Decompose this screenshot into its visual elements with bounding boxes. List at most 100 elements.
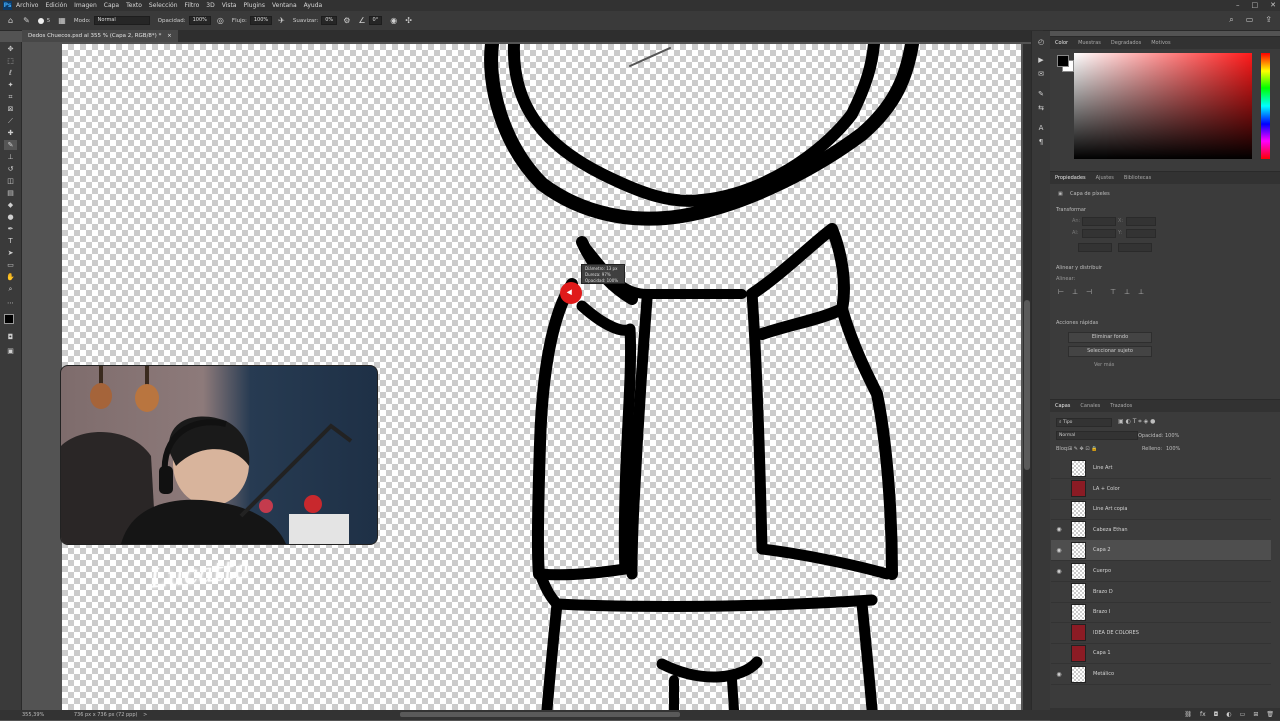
adjustment-layer-icon[interactable]: ◐ (1226, 711, 1231, 718)
fill-value[interactable]: 100% (1166, 446, 1180, 452)
tab-degradados[interactable]: Degradados (1106, 40, 1146, 46)
layer-name[interactable]: LA + Color (1093, 486, 1120, 492)
vertical-scrollbar-thumb[interactable] (1024, 300, 1030, 470)
close-window-button[interactable]: ✕ (1270, 0, 1276, 11)
layer-name[interactable]: Brazo D (1093, 589, 1113, 595)
color-picker-field[interactable] (1074, 53, 1252, 159)
home-icon[interactable]: ⌂ (8, 16, 13, 25)
layer-name[interactable]: Line Art (1093, 465, 1112, 471)
menu-vista[interactable]: Vista (222, 2, 237, 9)
mode-select[interactable]: Normal (93, 16, 150, 25)
document-tab[interactable]: Dedos Chuecos.psd al 355 % (Capa 2, RGB/… (22, 30, 178, 42)
photoshop-logo-icon[interactable]: Ps (3, 1, 12, 10)
layer-name[interactable]: IDEA DE COLORES (1093, 630, 1139, 636)
layer-row[interactable]: ◉ Metálico (1051, 664, 1271, 685)
smooth-field[interactable]: 0% (321, 16, 338, 25)
blend-mode-select[interactable]: Normal (1056, 431, 1138, 440)
eyedropper-tool-icon[interactable]: ⟋ (4, 116, 17, 126)
hue-slider[interactable] (1261, 53, 1270, 159)
visibility-eye-icon[interactable]: ◉ (1055, 526, 1063, 533)
y-field[interactable] (1126, 229, 1156, 238)
delete-layer-icon[interactable]: 🗑 (1266, 711, 1274, 718)
horizontal-scrollbar-thumb[interactable] (400, 712, 680, 717)
new-layer-icon[interactable]: ⊞ (1253, 711, 1258, 718)
marquee-tool-icon[interactable]: ⬚ (4, 56, 17, 66)
menu-capa[interactable]: Capa (104, 2, 119, 9)
layer-row[interactable]: IDEA DE COLORES (1051, 623, 1271, 644)
opacity-field[interactable]: 100% (188, 16, 211, 25)
paragraph-icon[interactable]: ¶ (1036, 137, 1046, 147)
layer-row[interactable]: ◉ Cabeza Ethan (1051, 520, 1271, 541)
tab-bibliotecas[interactable]: Bibliotecas (1119, 175, 1156, 181)
reset-transform-field[interactable] (1118, 243, 1152, 252)
layer-name[interactable]: Capa 1 (1093, 650, 1111, 656)
select-subject-button[interactable]: Seleccionar sujeto (1068, 346, 1152, 357)
rectangle-tool-icon[interactable]: ▭ (4, 260, 17, 270)
quick-mask-icon[interactable]: ◘ (4, 332, 17, 342)
menu-texto[interactable]: Texto (126, 2, 142, 9)
align-right-icon[interactable]: ⊣ (1086, 288, 1092, 296)
brush-settings-icon[interactable]: ▦ (58, 16, 66, 25)
brush-tool-icon[interactable]: ✎ (23, 16, 30, 25)
panel-foreground-swatch[interactable] (1057, 55, 1069, 67)
pressure-size-icon[interactable]: ◉ (390, 16, 397, 25)
adjust-icon[interactable]: ⇆ (1036, 103, 1046, 113)
menu-filtro[interactable]: Filtro (185, 2, 200, 9)
filter-icons[interactable]: ▣ ◐ T ⌗ ◈ ● (1118, 418, 1155, 426)
menu-archivo[interactable]: Archivo (16, 2, 38, 9)
tab-muestras[interactable]: Muestras (1073, 40, 1106, 46)
screen-mode-icon[interactable]: ▣ (4, 346, 17, 356)
magic-wand-tool-icon[interactable]: ✦ (4, 80, 17, 90)
lasso-tool-icon[interactable]: ℓ (4, 68, 17, 78)
layer-name[interactable]: Cuerpo (1093, 568, 1111, 574)
transform-section-title[interactable]: Transformar (1056, 207, 1086, 213)
hand-tool-icon[interactable]: ✋ (4, 272, 17, 282)
align-top-icon[interactable]: ⊤ (1110, 288, 1116, 296)
align-left-icon[interactable]: ⊢ (1058, 288, 1064, 296)
zoom-tool-icon[interactable]: ⌕ (4, 284, 17, 294)
comment-icon[interactable]: ✉ (1036, 69, 1046, 79)
pressure-opacity-icon[interactable]: ◎ (217, 16, 224, 25)
tab-color[interactable]: Color (1050, 40, 1073, 46)
layer-row[interactable]: Line Art copia (1051, 499, 1271, 521)
crop-tool-icon[interactable]: ⌗ (4, 92, 17, 102)
visibility-eye-icon[interactable]: ◉ (1055, 568, 1063, 575)
clone-stamp-tool-icon[interactable]: ⊥ (4, 152, 17, 162)
maximize-button[interactable]: □ (1252, 0, 1259, 11)
layer-name[interactable]: Line Art copia (1093, 506, 1127, 512)
type-tool-icon[interactable]: T (4, 236, 17, 246)
align-section-title[interactable]: Alinear y distribuir (1056, 265, 1102, 271)
menu-ventana[interactable]: Ventana (272, 2, 297, 9)
character-icon[interactable]: A (1036, 123, 1046, 133)
layer-row[interactable]: Capa 1 (1051, 643, 1271, 665)
close-tab-button[interactable]: × (167, 33, 172, 39)
workspace-icon[interactable]: ▭ (1246, 15, 1254, 25)
layer-row[interactable]: Line Art (1051, 458, 1271, 479)
see-more-link[interactable]: Ver más (1094, 362, 1114, 368)
remove-background-button[interactable]: Eliminar fondo (1068, 332, 1152, 343)
align-center-icon[interactable]: ⊥ (1072, 288, 1078, 296)
frame-tool-icon[interactable]: ⊠ (4, 104, 17, 114)
brush-preset-picker[interactable]: 5 (37, 17, 50, 24)
menu-3d[interactable]: 3D (206, 2, 214, 9)
gradient-tool-icon[interactable]: ▤ (4, 188, 17, 198)
angle-field[interactable] (1078, 243, 1112, 252)
menu-edicion[interactable]: Edición (45, 2, 67, 9)
layer-style-icon[interactable]: fx (1200, 711, 1206, 718)
tab-trazados[interactable]: Trazados (1105, 403, 1137, 409)
menu-plugins[interactable]: Plugins (243, 2, 265, 9)
menu-seleccion[interactable]: Selección (149, 2, 178, 9)
menu-ayuda[interactable]: Ayuda (304, 2, 323, 9)
flow-field[interactable]: 100% (249, 16, 273, 25)
tab-propiedades[interactable]: Propiedades (1050, 175, 1091, 181)
dodge-tool-icon[interactable]: ● (4, 212, 17, 222)
width-field[interactable] (1082, 217, 1116, 226)
x-field[interactable] (1126, 217, 1156, 226)
brush-settings-panel-icon[interactable]: ✎ (1036, 89, 1046, 99)
eraser-tool-icon[interactable]: ◫ (4, 176, 17, 186)
visibility-eye-icon[interactable]: ◉ (1055, 547, 1063, 554)
layer-name[interactable]: Capa 2 (1093, 547, 1111, 553)
blur-tool-icon[interactable]: ◆ (4, 200, 17, 210)
path-selection-tool-icon[interactable]: ➤ (4, 248, 17, 258)
pen-tool-icon[interactable]: ✒ (4, 224, 17, 234)
